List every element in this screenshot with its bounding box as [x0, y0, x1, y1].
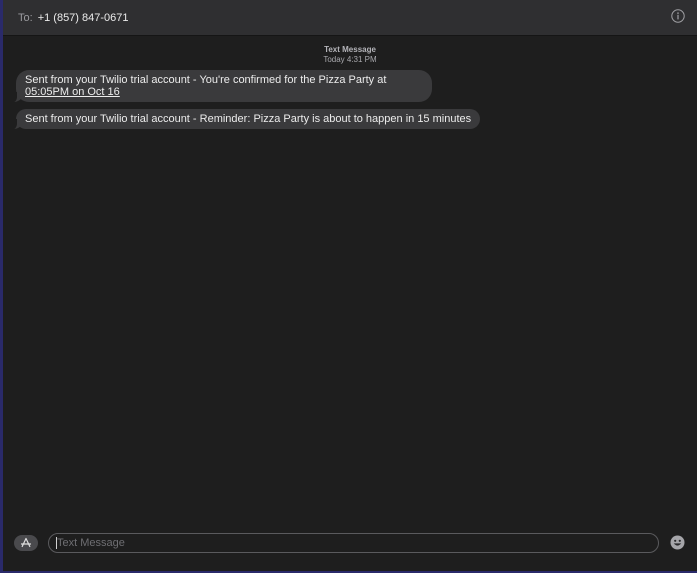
message-bubble[interactable]: Sent from your Twilio trial account - Yo… — [8, 70, 432, 103]
info-circle-icon[interactable] — [671, 9, 685, 23]
message-input[interactable] — [48, 533, 659, 553]
service-label: Text Message — [324, 45, 376, 54]
message-thread[interactable]: Text Message Today 4:31 PM Sent from you… — [3, 36, 697, 531]
date-link[interactable]: 05:05PM on Oct 16 — [25, 86, 120, 98]
message-text: Sent from your Twilio trial account - Re… — [25, 113, 472, 125]
message-bubble[interactable]: Sent from your Twilio trial account - Re… — [7, 109, 481, 130]
message-text: Sent from your Twilio trial account - Yo… — [25, 74, 387, 86]
composer-bar — [3, 531, 697, 571]
conversation-header: To: +1 (857) 847-0671 — [3, 0, 697, 36]
apps-button[interactable] — [14, 535, 38, 551]
app-store-icon — [20, 537, 32, 548]
emoji-icon[interactable] — [670, 535, 685, 550]
text-caret — [56, 537, 57, 549]
message-meta: Text Message Today 4:31 PM — [3, 45, 697, 65]
timestamp: Today 4:31 PM — [323, 55, 377, 64]
recipient-field[interactable]: +1 (857) 847-0671 — [38, 12, 129, 24]
messages-window: To: +1 (857) 847-0671 Text Message Today… — [0, 0, 697, 573]
to-label: To: — [18, 11, 33, 24]
